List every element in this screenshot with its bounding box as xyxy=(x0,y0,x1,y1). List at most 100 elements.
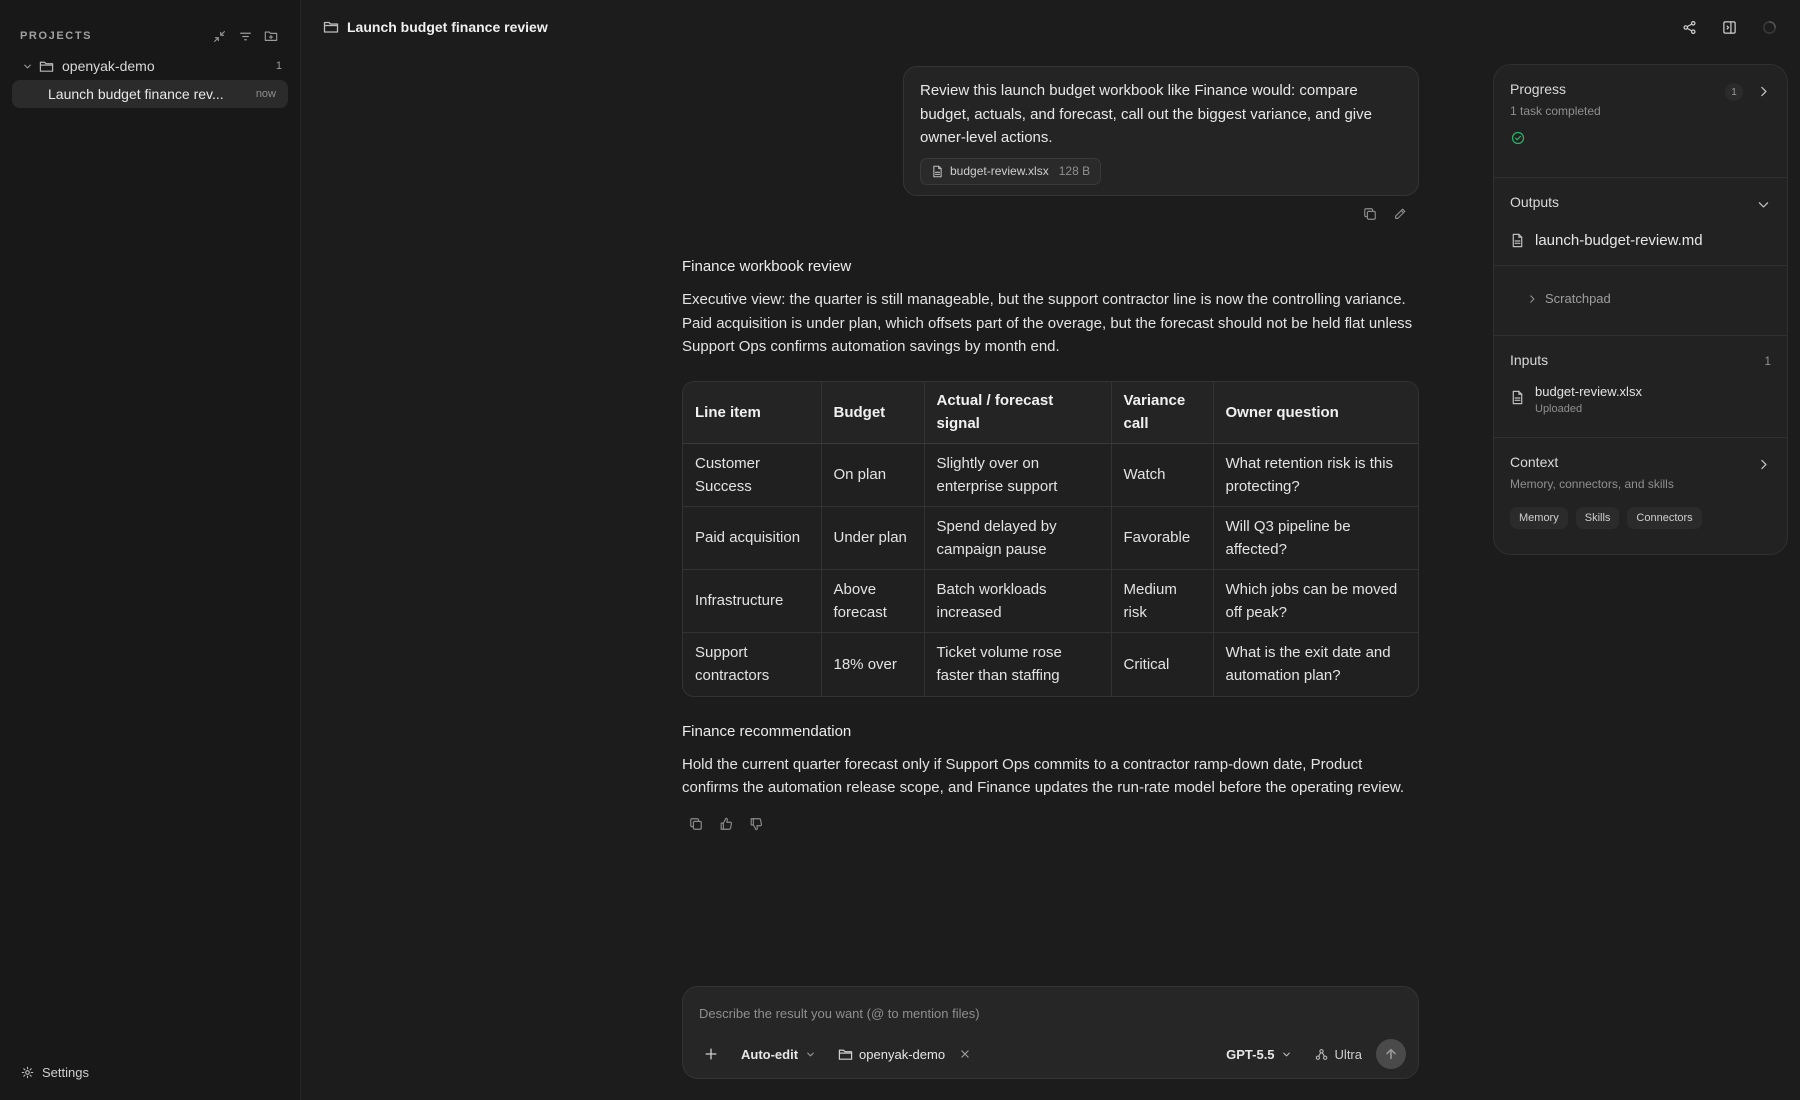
send-button[interactable] xyxy=(1376,1039,1406,1069)
table-cell: Customer Success xyxy=(683,443,822,507)
outputs-section: Outputs launch-budget-review.md xyxy=(1494,178,1787,266)
input-file-status: Uploaded xyxy=(1535,403,1583,415)
table-cell: Above forecast xyxy=(821,569,925,633)
context-title: Context xyxy=(1510,454,1559,470)
table-cell: Infrastructure xyxy=(683,569,822,633)
topbar: Launch budget finance review xyxy=(302,0,1800,54)
chevron-down-icon[interactable] xyxy=(1755,196,1771,212)
table-header-row: Line item Budget Actual / forecast signa… xyxy=(683,381,1418,444)
table-cell: Support contractors xyxy=(683,632,822,696)
mode-selector[interactable]: Auto-edit xyxy=(741,1047,816,1062)
table-cell: On plan xyxy=(821,443,925,507)
copy-icon[interactable] xyxy=(688,816,704,832)
input-file-name: budget-review.xlsx xyxy=(1535,384,1642,399)
table-header: Actual / forecast signal xyxy=(924,381,1112,444)
project-chip-label: openyak-demo xyxy=(859,1046,946,1062)
user-message-actions xyxy=(1362,206,1408,222)
arrow-up-icon xyxy=(1386,1048,1396,1060)
sidebar: PROJECTS openyak-demo 1 Launch budget fi… xyxy=(0,0,301,1100)
model-selector[interactable]: GPT-5.5 xyxy=(1226,1047,1292,1062)
reply-heading: Finance workbook review xyxy=(682,258,852,275)
filter-icon[interactable] xyxy=(236,27,254,45)
table-cell: Critical xyxy=(1111,632,1214,696)
project-item-openyak-demo[interactable]: openyak-demo 1 xyxy=(12,56,288,76)
thumbs-up-icon[interactable] xyxy=(718,816,734,832)
table-cell: Ticket volume rose faster than staffing xyxy=(924,632,1112,696)
file-icon xyxy=(1510,233,1525,248)
outputs-title: Outputs xyxy=(1510,194,1560,210)
table-cell: 18% over xyxy=(821,632,925,696)
plus-icon[interactable] xyxy=(703,1046,719,1062)
table-row: Paid acquisition Under plan Spend delaye… xyxy=(683,506,1418,570)
projects-header: PROJECTS xyxy=(20,28,280,44)
thumbs-down-icon[interactable] xyxy=(748,816,764,832)
output-file-item[interactable]: launch-budget-review.md xyxy=(1510,232,1771,249)
variance-table: Line item Budget Actual / forecast signa… xyxy=(682,380,1419,697)
table-header: Line item xyxy=(683,381,822,444)
executive-summary: Executive view: the quarter is still man… xyxy=(682,291,1413,355)
project-chip[interactable]: openyak-demo xyxy=(838,1047,970,1062)
context-subtitle: Memory, connectors, and skills xyxy=(1510,477,1674,491)
progress-section[interactable]: Progress 1 1 task completed xyxy=(1494,65,1787,178)
chat-item-active[interactable]: Launch budget finance rev... now xyxy=(12,80,288,108)
table-cell: What retention risk is this protecting? xyxy=(1213,443,1418,507)
copy-icon[interactable] xyxy=(1362,206,1378,222)
context-chip-skills[interactable]: Skills xyxy=(1575,507,1620,529)
recommendation-heading: Finance recommendation xyxy=(682,722,852,740)
context-chip-connectors[interactable]: Connectors xyxy=(1627,507,1702,529)
table-cell: Will Q3 pipeline be affected? xyxy=(1213,506,1418,570)
attachment-name: budget-review.xlsx xyxy=(950,164,1049,178)
recommendation-text: Hold the current quarter forecast only i… xyxy=(682,755,1405,797)
inputs-title: Inputs xyxy=(1510,352,1549,368)
chat-title: Launch budget finance rev... xyxy=(48,86,224,102)
new-folder-icon[interactable] xyxy=(262,27,280,45)
settings-button[interactable]: Settings xyxy=(20,1065,89,1080)
reply-actions xyxy=(688,816,1422,832)
folder-icon xyxy=(322,19,339,36)
table-cell: Paid acquisition xyxy=(683,506,822,570)
edit-icon[interactable] xyxy=(1392,206,1408,222)
close-icon[interactable] xyxy=(959,1049,970,1060)
panel-toggle-icon[interactable] xyxy=(1718,16,1740,38)
project-count: 1 xyxy=(275,60,282,72)
scratchpad-section[interactable]: Scratchpad xyxy=(1494,266,1787,336)
inputs-section: Inputs 1 budget-review.xlsx Uploaded xyxy=(1494,336,1787,438)
effort-label: Ultra xyxy=(1334,1046,1362,1062)
right-panel: Progress 1 1 task completed Outputs laun… xyxy=(1493,64,1788,555)
scratchpad-toggle[interactable]: Scratchpad xyxy=(1510,287,1771,310)
table-cell: Medium risk xyxy=(1111,569,1214,633)
table-cell: Favorable xyxy=(1111,506,1214,570)
table-cell: What is the exit date and automation pla… xyxy=(1225,643,1391,685)
loading-spinner-icon xyxy=(1758,16,1780,38)
user-message: Review this launch budget workbook like … xyxy=(903,66,1419,196)
chevron-right-icon[interactable] xyxy=(1755,83,1771,99)
table-cell: Batch workloads increased xyxy=(924,569,1112,633)
table-row: Support contractors 18% over Ticket volu… xyxy=(683,632,1418,696)
mode-label: Auto-edit xyxy=(741,1046,799,1062)
attachment-size: 128 B xyxy=(1058,164,1091,178)
collapse-icon[interactable] xyxy=(210,27,228,45)
table-row: Customer Success On plan Slightly over o… xyxy=(683,443,1418,507)
user-message-text: Review this launch budget workbook like … xyxy=(920,82,1372,146)
message-input[interactable]: Describe the result you want (@ to menti… xyxy=(699,1006,980,1021)
assistant-reply: Finance workbook review Executive view: … xyxy=(682,258,1422,832)
chevron-down-icon xyxy=(1281,1048,1293,1060)
share-icon[interactable] xyxy=(1678,16,1700,38)
table-header: Owner question xyxy=(1213,381,1418,444)
effort-selector[interactable]: Ultra xyxy=(1315,1047,1362,1062)
chevron-right-icon[interactable] xyxy=(1755,456,1771,472)
model-label: GPT-5.5 xyxy=(1226,1046,1275,1062)
context-section[interactable]: Context Memory, connectors, and skills M… xyxy=(1494,438,1787,545)
settings-label: Settings xyxy=(42,1065,89,1080)
attachment-chip[interactable]: budget-review.xlsx 128 B xyxy=(920,157,1102,185)
input-file-item[interactable]: budget-review.xlsx Uploaded xyxy=(1510,384,1771,415)
context-chip-memory[interactable]: Memory xyxy=(1510,507,1568,529)
progress-count-badge: 1 xyxy=(1725,83,1743,101)
table-cell: Spend delayed by campaign pause xyxy=(924,506,1112,570)
file-icon xyxy=(931,165,944,178)
chevron-down-icon xyxy=(804,1048,816,1060)
table-cell: Under plan xyxy=(821,506,925,570)
chevron-down-icon[interactable] xyxy=(20,59,34,73)
inputs-count: 1 xyxy=(1764,354,1771,368)
project-name: openyak-demo xyxy=(62,58,155,74)
